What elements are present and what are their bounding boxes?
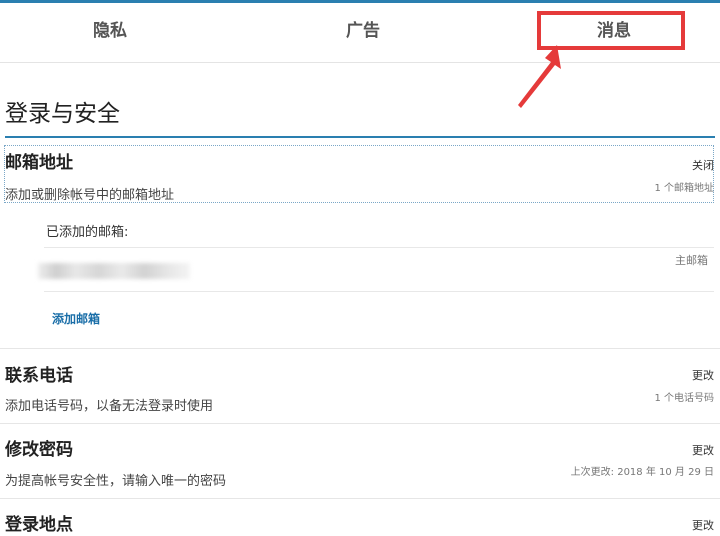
row-divider bbox=[0, 348, 720, 349]
location-section-title[interactable]: 登录地点 bbox=[5, 510, 73, 535]
email-list-divider bbox=[44, 291, 714, 292]
password-last-changed: 上次更改: 2018 年 10 月 29 日 bbox=[570, 467, 714, 478]
phone-count: 1 个电话号码 bbox=[654, 393, 714, 404]
row-divider bbox=[0, 498, 720, 499]
password-change-button[interactable]: 更改 bbox=[692, 442, 714, 458]
location-change-button[interactable]: 更改 bbox=[692, 517, 714, 533]
section-divider bbox=[5, 136, 715, 138]
password-section-title[interactable]: 修改密码 bbox=[5, 435, 73, 460]
password-section-description: 为提高帐号安全性，请输入唯一的密码 bbox=[5, 474, 227, 489]
email-close-button[interactable]: 关闭 bbox=[692, 157, 714, 173]
page-title: 登录与安全 bbox=[5, 101, 120, 127]
add-email-link[interactable]: 添加邮箱 bbox=[52, 310, 100, 327]
phone-section-title[interactable]: 联系电话 bbox=[5, 361, 73, 386]
email-section-title: 邮箱地址 bbox=[5, 153, 73, 173]
tab-privacy[interactable]: 隐私 bbox=[60, 3, 160, 62]
email-section-description: 添加或删除帐号中的邮箱地址 bbox=[5, 188, 175, 203]
row-divider bbox=[0, 423, 720, 424]
redacted-email-address bbox=[38, 263, 190, 279]
phone-section-description: 添加电话号码，以备无法登录时使用 bbox=[5, 399, 214, 414]
annotation-arrow-icon bbox=[518, 45, 561, 108]
email-list-divider bbox=[44, 247, 714, 248]
added-emails-label: 已添加的邮箱: bbox=[46, 225, 129, 240]
primary-email-badge: 主邮箱 bbox=[675, 254, 708, 267]
email-count: 1 个邮箱地址 bbox=[654, 183, 714, 194]
tab-ads[interactable]: 广告 bbox=[313, 3, 413, 62]
phone-change-button[interactable]: 更改 bbox=[692, 367, 714, 383]
